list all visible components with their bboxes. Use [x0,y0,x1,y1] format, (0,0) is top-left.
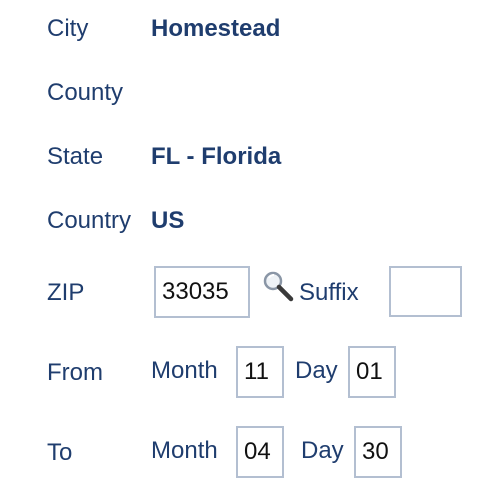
from-day-input[interactable] [348,346,396,398]
country-value: US [151,207,185,234]
magnifier-icon[interactable] [262,270,294,302]
from-day-label: Day [295,357,338,384]
from-month-input[interactable] [236,346,284,398]
address-form: City Homestead County State FL - Florida… [0,0,498,498]
from-month-label: Month [151,357,218,384]
zip-label: ZIP [47,279,85,306]
suffix-label: Suffix [299,279,359,306]
zip-input[interactable] [154,266,250,318]
country-label: Country [47,207,132,234]
to-month-label: Month [151,437,218,464]
to-day-input[interactable] [354,426,402,478]
to-day-label: Day [301,437,344,464]
to-label: To [47,439,73,466]
zip-suffix-input[interactable] [389,266,462,317]
state-label: State [47,143,104,170]
to-month-input[interactable] [236,426,284,478]
county-label: County [47,79,124,106]
city-value: Homestead [151,15,281,42]
city-label: City [47,15,89,42]
state-value: FL - Florida [151,143,282,170]
from-label: From [47,359,103,386]
